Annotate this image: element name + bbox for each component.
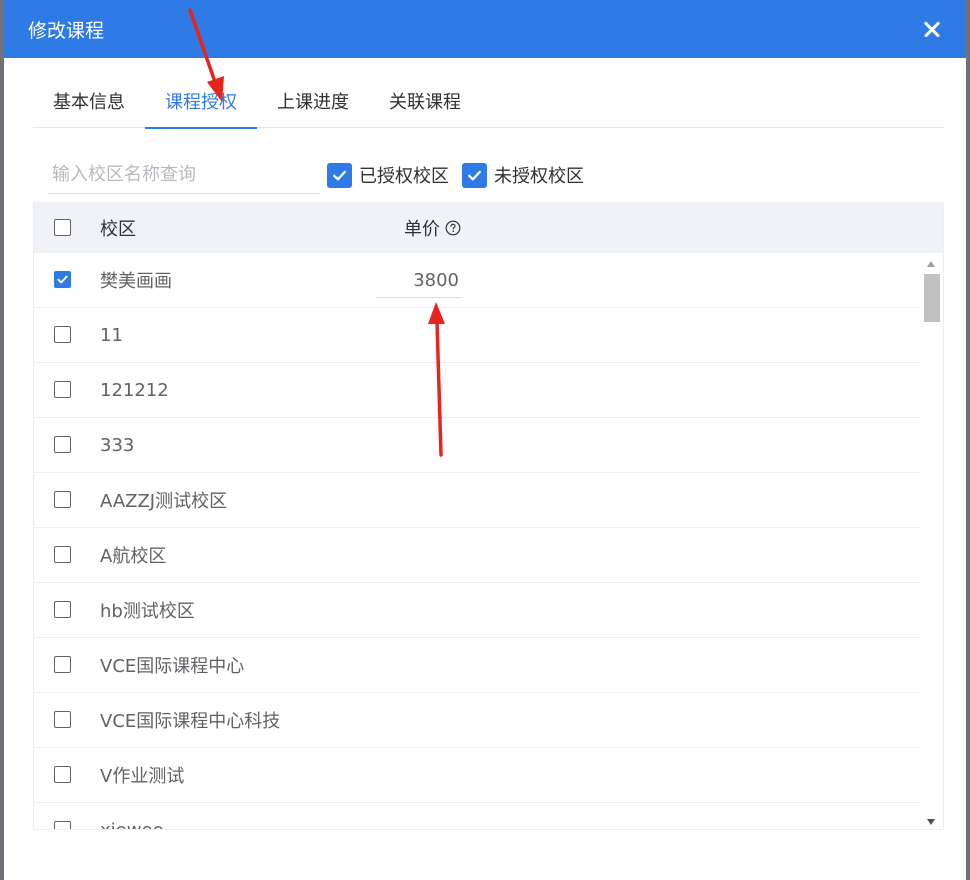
campus-search-input[interactable] [48, 156, 320, 194]
table-row[interactable]: 333 [34, 418, 922, 473]
table-row[interactable]: 121212 [34, 363, 922, 418]
row-checkbox[interactable] [54, 821, 71, 829]
campus-name: AAZZJ测试校区 [100, 491, 228, 512]
dialog-title: 修改课程 [28, 19, 105, 42]
table-row[interactable]: VCE国际课程中心 [34, 638, 922, 693]
unauthorized-campus-label: 未授权校区 [494, 166, 584, 187]
scrollbar-thumb[interactable] [924, 274, 940, 322]
help-icon[interactable] [445, 220, 461, 236]
authorized-campus-checkbox[interactable]: 已授权校区 [327, 162, 449, 188]
campus-name: 121212 [100, 379, 169, 401]
campus-name: VCE国际课程中心科技 [100, 711, 281, 732]
column-header-campus: 校区 [100, 219, 136, 240]
table-row[interactable]: VCE国际课程中心科技 [34, 693, 922, 748]
row-checkbox[interactable] [54, 766, 71, 783]
campus-name: hb测试校区 [100, 601, 195, 622]
campus-name: xiewee [100, 819, 164, 830]
table-header: 校区 单价 [34, 203, 943, 253]
campus-name: V作业测试 [100, 766, 185, 787]
tab-related-courses[interactable]: 关联课程 [369, 80, 481, 128]
checkbox-checked-icon[interactable] [462, 162, 487, 188]
row-checkbox[interactable] [54, 656, 71, 673]
price-input[interactable]: 3800 [376, 264, 462, 298]
table-body: 樊美画画 3800 11 121212 333 AAZZJ测试校区 A航校区 hb测试校区 VC… [34, 253, 922, 830]
row-checkbox[interactable] [54, 436, 71, 453]
table-row[interactable]: A航校区 [34, 528, 922, 583]
row-checkbox[interactable] [54, 326, 71, 343]
table-row[interactable]: hb测试校区 [34, 583, 922, 638]
checkbox-checked-icon[interactable] [327, 162, 352, 188]
row-checkbox[interactable] [54, 271, 71, 288]
select-all-checkbox[interactable] [54, 219, 71, 236]
table-row[interactable]: 11 [34, 308, 922, 363]
row-checkbox[interactable] [54, 491, 71, 508]
table-row[interactable]: 樊美画画 3800 [34, 253, 922, 308]
campus-name: 333 [100, 434, 135, 456]
column-header-price: 单价 [404, 215, 461, 241]
scroll-up-arrow-icon[interactable] [927, 261, 935, 267]
scroll-down-arrow-icon[interactable] [927, 819, 935, 825]
tab-class-progress[interactable]: 上课进度 [257, 80, 369, 128]
campus-name: A航校区 [100, 546, 167, 567]
row-checkbox[interactable] [54, 546, 71, 563]
table-scrollbar[interactable] [921, 253, 943, 829]
edit-course-dialog: 修改课程 基本信息 课程授权 上课进度 关联课程 已授权校区 未授权校区 校区 … [4, 0, 966, 880]
row-checkbox[interactable] [54, 601, 71, 618]
dialog-header: 修改课程 [4, 0, 966, 58]
campus-name: 11 [100, 324, 123, 346]
unauthorized-campus-checkbox[interactable]: 未授权校区 [462, 162, 584, 188]
campus-table: 校区 单价 樊美画画 3800 11 121212 333 AAZZJ测试校区 A航校区 hb… [33, 202, 944, 830]
tab-basic-info[interactable]: 基本信息 [33, 80, 145, 128]
column-header-price-label: 单价 [404, 219, 440, 240]
campus-name: VCE国际课程中心 [100, 656, 245, 677]
close-icon[interactable] [920, 17, 944, 41]
tab-course-authorization[interactable]: 课程授权 [145, 80, 257, 129]
table-row[interactable]: V作业测试 [34, 748, 922, 803]
campus-name: 樊美画画 [100, 271, 172, 292]
row-checkbox[interactable] [54, 711, 71, 728]
table-row[interactable]: AAZZJ测试校区 [34, 473, 922, 528]
tab-bar: 基本信息 课程授权 上课进度 关联课程 [33, 80, 944, 129]
table-row[interactable]: xiewee [34, 803, 922, 830]
authorized-campus-label: 已授权校区 [359, 166, 449, 187]
row-checkbox[interactable] [54, 381, 71, 398]
filter-row: 已授权校区 未授权校区 [48, 155, 584, 195]
